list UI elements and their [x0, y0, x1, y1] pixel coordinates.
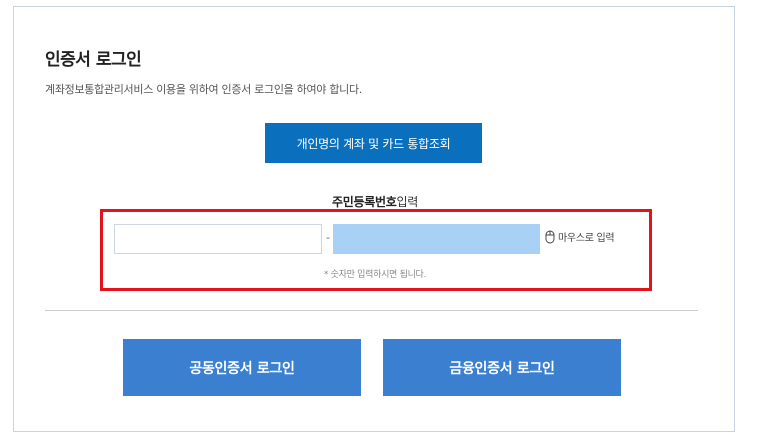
rrn-label: 주민등록번호입력: [14, 193, 736, 210]
rrn-front-input[interactable]: [114, 224, 322, 254]
mouse-input-button[interactable]: 마우스로 입력: [545, 229, 615, 244]
page-title: 인증서 로그인: [45, 50, 142, 70]
rrn-hint: * 숫자만 입력하시면 됩니다.: [323, 270, 427, 280]
divider: [45, 310, 698, 311]
mouse-icon: [545, 230, 555, 244]
rrn-label-bold: 주민등록번호: [332, 195, 397, 209]
rrn-label-rest: 입력: [396, 195, 418, 209]
mouse-input-label: 마우스로 입력: [558, 233, 615, 244]
finance-cert-login-button[interactable]: 금융인증서 로그인: [383, 339, 621, 396]
joint-cert-login-button[interactable]: 공동인증서 로그인: [123, 339, 361, 396]
account-card-inquiry-button[interactable]: 개인명의 계좌 및 카드 통합조회: [265, 123, 482, 163]
rrn-back-input[interactable]: [333, 224, 540, 254]
page-subtitle: 계좌정보통합관리서비스 이용을 위하여 인증서 로그인을 하여야 합니다.: [45, 83, 362, 96]
rrn-separator: -: [326, 231, 330, 244]
login-panel: 인증서 로그인 계좌정보통합관리서비스 이용을 위하여 인증서 로그인을 하여야…: [13, 6, 735, 432]
